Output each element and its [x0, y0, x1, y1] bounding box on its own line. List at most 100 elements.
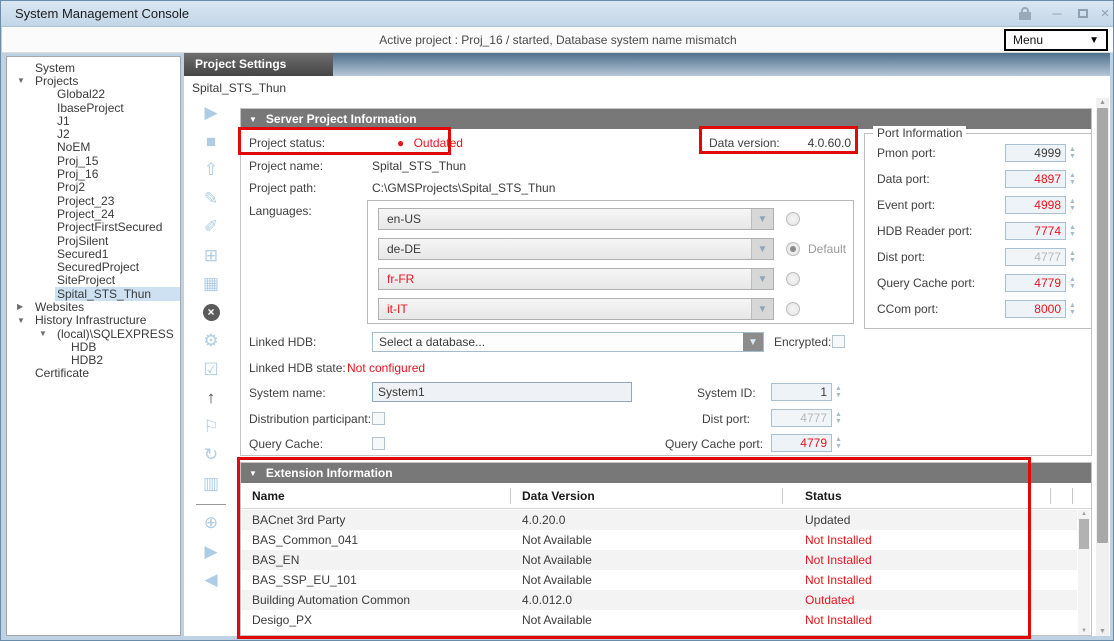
chevron-down-icon[interactable]: ▼ [751, 269, 773, 289]
port-input-dist-port-[interactable]: 4777 [1005, 248, 1066, 266]
tree-item-certificate[interactable]: Certificate [7, 367, 180, 380]
port-spinner[interactable]: ▲▼ [1068, 222, 1077, 240]
port-input-data-port-[interactable]: 4897 [1005, 170, 1066, 188]
tree-item-global22[interactable]: Global22 [7, 88, 180, 101]
scroll-down-icon[interactable]: ▼ [1078, 628, 1090, 634]
tree-expander-icon[interactable]: ▼ [15, 316, 33, 325]
dist-port-spinner[interactable]: ▲▼ [834, 409, 843, 427]
port-spinner[interactable]: ▲▼ [1068, 300, 1077, 318]
minimize-button[interactable]: ─ [1049, 7, 1065, 21]
extension-row-bas-en[interactable]: BAS_ENNot AvailableNot Installed [241, 550, 1077, 570]
port-spinner[interactable]: ▲▼ [1068, 170, 1077, 188]
tree-item-hdb[interactable]: HDB [7, 340, 180, 353]
scroll-up-icon[interactable]: ▲ [1096, 99, 1109, 106]
extension-row-bacnet-3rd-party[interactable]: BACnet 3rd Party4.0.20.0Updated [241, 510, 1077, 530]
tree-item-ibaseproject[interactable]: IbaseProject [7, 101, 180, 114]
scrollbar-thumb[interactable] [1097, 108, 1108, 543]
close-button[interactable]: × [1097, 7, 1113, 21]
query-cache-port-input[interactable]: 4779 [771, 434, 832, 452]
tree-item-history-infrastructure[interactable]: ▼History Infrastructure [7, 314, 180, 327]
tree-item-j2[interactable]: J2 [7, 127, 180, 140]
default-language-radio-it-it[interactable] [786, 302, 800, 316]
tree-item--local-sqlexpress[interactable]: ▼(local)\SQLEXPRESS [7, 327, 180, 340]
edit-station-icon[interactable]: ✐ [191, 213, 231, 242]
cancel-icon[interactable]: × [191, 299, 231, 328]
system-id-input[interactable]: 1 [771, 383, 832, 401]
default-language-radio-fr-fr[interactable] [786, 272, 800, 286]
extension-row-bas-common-041[interactable]: BAS_Common_041Not AvailableNot Installed [241, 530, 1077, 550]
system-id-spinner[interactable]: ▲▼ [834, 383, 843, 401]
tree-item-projectfirstsecured[interactable]: ProjectFirstSecured [7, 221, 180, 234]
default-language-radio-en-us[interactable] [786, 212, 800, 226]
disable-alarms-icon[interactable]: ⚐ [191, 413, 231, 442]
chevron-down-icon[interactable]: ▼ [751, 239, 773, 259]
system-name-input[interactable]: System1 [372, 382, 632, 402]
chevron-down-icon[interactable]: ▼ [743, 333, 763, 351]
tree-item-project-23[interactable]: Project_23 [7, 194, 180, 207]
tree-item-proj-16[interactable]: Proj_16 [7, 167, 180, 180]
edit-project-icon[interactable]: ✎ [191, 185, 231, 214]
refresh-disabled-icon[interactable]: ↻ [191, 441, 231, 470]
encrypted-checkbox[interactable] [832, 335, 845, 348]
distribution-participant-checkbox[interactable] [372, 412, 385, 425]
add-icon[interactable]: ⊕ [191, 509, 231, 538]
menu-dropdown[interactable]: Menu ▼ [1004, 29, 1108, 51]
tree-item-system[interactable]: System [7, 61, 180, 74]
port-input-pmon-port-[interactable]: 4999 [1005, 144, 1066, 162]
tree-item-securedproject[interactable]: SecuredProject [7, 260, 180, 273]
tree-item-projsilent[interactable]: ProjSilent [7, 234, 180, 247]
tree-item-noem[interactable]: NoEM [7, 141, 180, 154]
port-spinner[interactable]: ▲▼ [1068, 196, 1077, 214]
port-spinner[interactable]: ▲▼ [1068, 248, 1077, 266]
tree-expander-icon[interactable]: ▶ [15, 302, 33, 311]
validate-distribution-icon[interactable]: ☑ [191, 356, 231, 385]
collapse-icon[interactable]: ▼ [249, 469, 257, 478]
tree-item-j1[interactable]: J1 [7, 114, 180, 127]
collapse-icon[interactable]: ▼ [249, 115, 257, 124]
tree-item-projects[interactable]: ▼Projects [7, 74, 180, 87]
port-spinner[interactable]: ▲▼ [1068, 144, 1077, 162]
extension-row-bas-ssp-eu-101[interactable]: BAS_SSP_EU_101Not AvailableNot Installed [241, 570, 1077, 590]
scroll-up-icon[interactable]: ▲ [1078, 511, 1090, 517]
scrollbar-thumb[interactable] [1079, 519, 1089, 549]
tree-item-secured1[interactable]: Secured1 [7, 247, 180, 260]
language-dropdown-de-de[interactable]: de-DE▼ [378, 238, 774, 260]
stop-project-icon[interactable]: ■ [191, 128, 231, 157]
port-spinner[interactable]: ▲▼ [1068, 274, 1077, 292]
port-input-query-cache-port-[interactable]: 4779 [1005, 274, 1066, 292]
extension-table-scrollbar[interactable]: ▲ ▼ [1078, 510, 1090, 635]
port-input-ccom-port-[interactable]: 8000 [1005, 300, 1066, 318]
language-dropdown-en-us[interactable]: en-US▼ [378, 208, 774, 230]
chevron-down-icon[interactable]: ▼ [751, 209, 773, 229]
tab-project-settings[interactable]: Project Settings [184, 53, 333, 76]
tree-expander-icon[interactable]: ▼ [37, 329, 55, 338]
port-input-event-port-[interactable]: 4998 [1005, 196, 1066, 214]
tree-item-proj-15[interactable]: Proj_15 [7, 154, 180, 167]
maximize-button[interactable] [1075, 7, 1091, 21]
language-dropdown-fr-fr[interactable]: fr-FR▼ [378, 268, 774, 290]
content-scrollbar[interactable]: ▲ ▼ [1096, 98, 1109, 636]
extension-row-desigo-px[interactable]: Desigo_PXNot AvailableNot Installed [241, 610, 1077, 630]
database-icon[interactable]: ▥ [191, 470, 231, 499]
scroll-down-icon[interactable]: ▼ [1096, 628, 1109, 635]
user-settings-icon[interactable]: ⚙ [191, 327, 231, 356]
tree-item-websites[interactable]: ▶Websites [7, 300, 180, 313]
default-language-radio-de-de[interactable] [786, 242, 800, 256]
start-project-icon[interactable]: ▶ [191, 99, 231, 128]
edit-distribution-icon[interactable]: ⊞ [191, 242, 231, 271]
tree-item-siteproject[interactable]: SiteProject [7, 274, 180, 287]
query-cache-port-spinner[interactable]: ▲▼ [834, 434, 843, 452]
tree-expander-icon[interactable]: ▼ [15, 76, 33, 85]
tree-item-project-24[interactable]: Project_24 [7, 207, 180, 220]
linked-hdb-dropdown[interactable]: Select a database... ▼ [372, 332, 764, 352]
restore-project-icon[interactable]: ⇧ [191, 156, 231, 185]
extension-row-building-automation-common[interactable]: Building Automation Common4.0.012.0Outda… [241, 590, 1077, 610]
port-input-hdb-reader-port-[interactable]: 7774 [1005, 222, 1066, 240]
collapse-left-icon[interactable]: ◀ [191, 566, 231, 595]
tree-item-spital-sts-thun[interactable]: Spital_STS_Thun [7, 287, 180, 300]
upgrade-project-icon[interactable]: ↑ [191, 384, 231, 413]
expand-right-icon[interactable]: ▶ [191, 538, 231, 567]
language-dropdown-it-it[interactable]: it-IT▼ [378, 298, 774, 320]
tree-item-hdb2[interactable]: HDB2 [7, 354, 180, 367]
save-icon[interactable]: ▦ [191, 270, 231, 299]
